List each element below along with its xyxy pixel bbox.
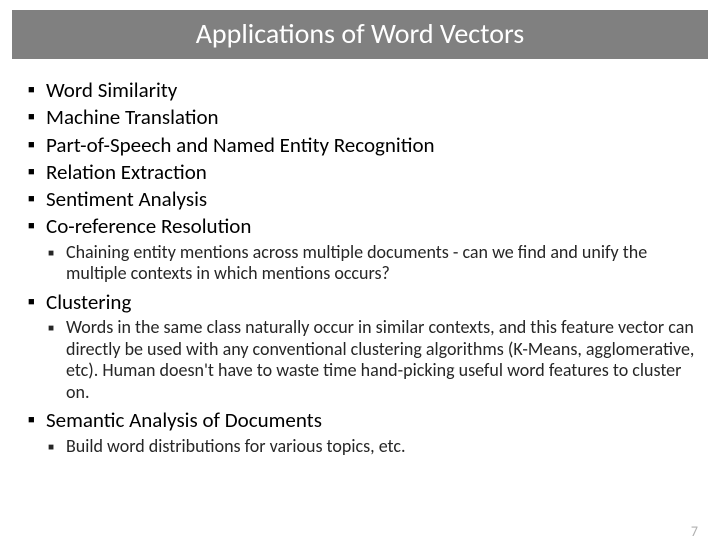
slide-title: Applications of Word Vectors <box>12 10 708 59</box>
slide-body: Word Similarity Machine Translation Part… <box>0 59 720 457</box>
list-item-label: Clustering <box>46 289 131 315</box>
list-item: Machine Translation <box>24 104 696 130</box>
list-item: Clustering Words in the same class natur… <box>24 289 696 404</box>
bullet-list: Word Similarity Machine Translation Part… <box>24 77 696 457</box>
list-item-label: Co-reference Resolution <box>46 213 251 239</box>
list-item: Relation Extraction <box>24 159 696 185</box>
list-item: Semantic Analysis of Documents Build wor… <box>24 407 696 457</box>
list-item: Part-of-Speech and Named Entity Recognit… <box>24 132 696 158</box>
sub-list-item: Chaining entity mentions across multiple… <box>46 242 696 285</box>
sub-list: Words in the same class naturally occur … <box>46 317 696 403</box>
page-number: 7 <box>691 523 698 540</box>
sub-list: Build word distributions for various top… <box>46 436 696 458</box>
list-item: Co-reference Resolution Chaining entity … <box>24 213 696 284</box>
sub-list: Chaining entity mentions across multiple… <box>46 242 696 285</box>
sub-list-item: Build word distributions for various top… <box>46 436 696 458</box>
list-item-label: Semantic Analysis of Documents <box>46 407 322 433</box>
sub-list-item: Words in the same class naturally occur … <box>46 317 696 403</box>
list-item: Word Similarity <box>24 77 696 103</box>
list-item: Sentiment Analysis <box>24 186 696 212</box>
